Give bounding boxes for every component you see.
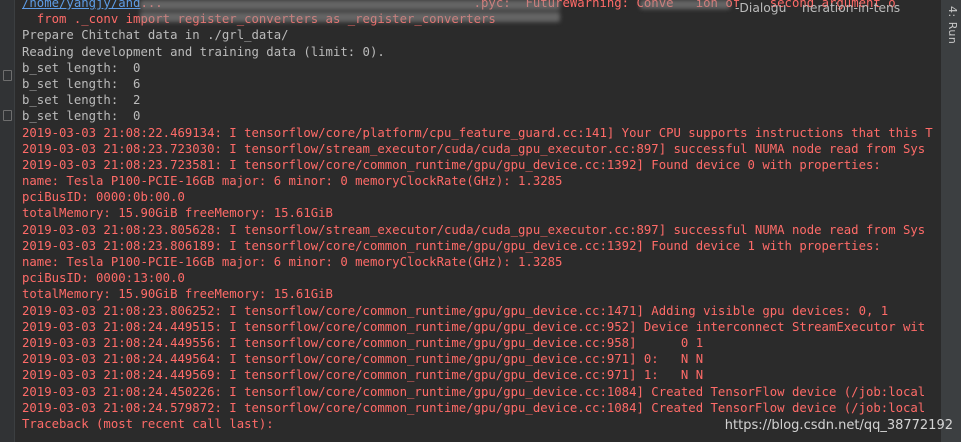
redacted-path-blur (140, 0, 560, 10)
console-line: pciBusID: 0000:0b:00.0 (22, 190, 185, 205)
console-line: 2019-03-03 21:08:24.449515: I tensorflow… (22, 319, 926, 334)
console-line: name: Tesla P100-PCIE-16GB major: 6 mino… (22, 255, 563, 269)
console-line: 2019-03-03 21:08:24.449556: I tensorflow… (22, 335, 704, 350)
console-line: pciBusID: 0000:13:00.0 (22, 271, 185, 286)
console-line: 2019-03-03 21:08:23.806189: I tensorflow… (22, 238, 881, 253)
console-gutter (0, 0, 15, 442)
console-line: 2019-03-03 21:08:23.723581: I tensorflow… (22, 157, 881, 172)
run-tool-window-stripe[interactable]: 4: Run (940, 0, 961, 442)
run-console-window: /home/yangjy/and... .pyc: FutureWarning:… (0, 0, 961, 442)
console-line: 2019-03-03 21:08:23.805628: I tensorflow… (22, 222, 926, 237)
console-line: totalMemory: 15.90GiB freeMemory: 15.61G… (22, 287, 333, 302)
console-line: b_set length: 6 (22, 76, 141, 91)
console-output[interactable]: /home/yangjy/and... .pyc: FutureWarning:… (22, 0, 942, 432)
stop-icon[interactable] (3, 110, 12, 121)
console-line: totalMemory: 15.90GiB freeMemory: 15.61G… (22, 206, 333, 221)
file-path-link[interactable]: /home/yangjy/and (22, 0, 140, 10)
console-line: 2019-03-03 21:08:24.449564: I tensorflow… (22, 352, 704, 367)
console-line: 2019-03-03 21:08:24.449569: I tensorflow… (22, 368, 704, 383)
console-line: b_set length: 2 (22, 93, 141, 108)
run-config-title: -Dialogu neration-in-tens (735, 1, 901, 15)
redacted-path-blur-2 (140, 12, 560, 22)
console-line: b_set length: 0 (22, 109, 141, 124)
console-line: 2019-03-03 21:08:22.469134: I tensorflow… (22, 125, 933, 140)
console-line: Reading development and training data (l… (22, 44, 385, 59)
console-line: 2019-03-03 21:08:23.723030: I tensorflow… (22, 141, 926, 156)
console-line: 2019-03-03 21:08:24.450226: I tensorflow… (22, 384, 926, 399)
console-line: 2019-03-03 21:08:23.806252: I tensorflow… (22, 303, 889, 318)
console-line: b_set length: 0 (22, 60, 141, 75)
console-line: Prepare Chitchat data in ./grl_data/ (22, 28, 289, 43)
redacted-title-blur (640, 0, 730, 9)
watermark: https://blog.csdn.net/qq_38772192 (724, 418, 953, 433)
run-tool-label[interactable]: 4: Run (943, 6, 959, 44)
console-line: name: Tesla P100-PCIE-16GB major: 6 mino… (22, 174, 563, 189)
console-line: 2019-03-03 21:08:24.579872: I tensorflow… (22, 400, 926, 415)
rerun-icon[interactable] (3, 70, 12, 81)
